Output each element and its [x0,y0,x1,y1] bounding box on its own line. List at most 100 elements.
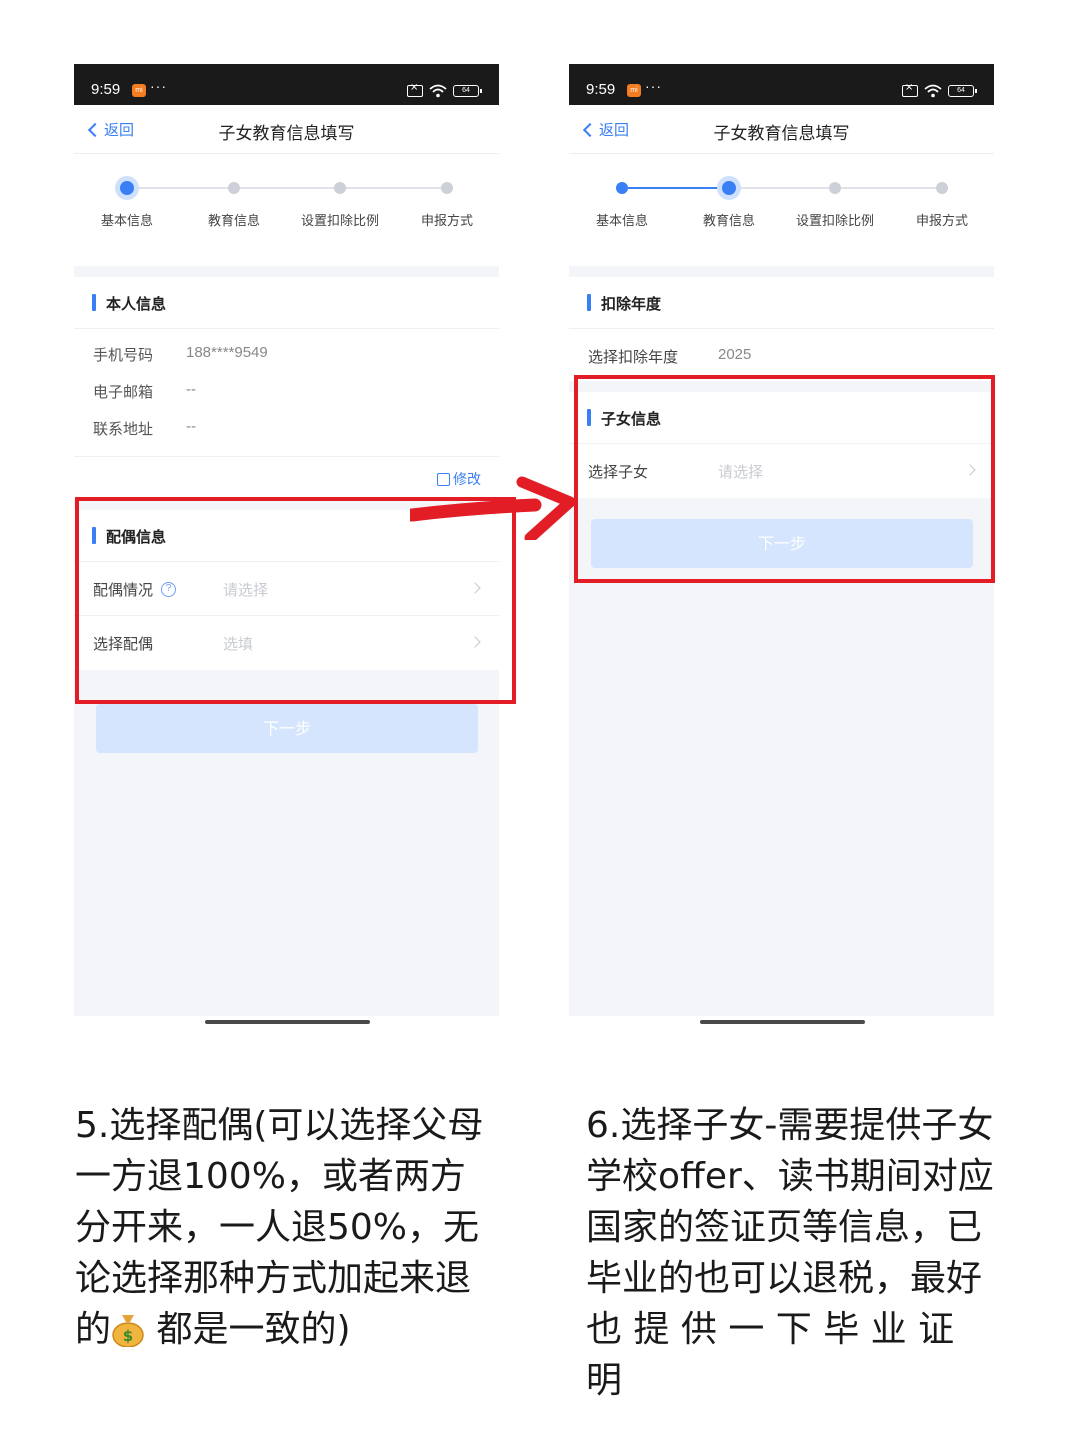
caption-line: 论选择那种方式加起来退 [75,1258,472,1299]
caption-text: 的 [75,1309,112,1350]
section-title: 扣除年度 [601,295,662,313]
status-bar: 9:59 mi ··· 64 [569,64,994,105]
progress-stepper: 基本信息 教育信息 设置扣除比例 申报方式 [74,154,499,266]
info-row-phone: 手机号码 188****9549 [74,336,499,373]
step-dot [936,182,948,194]
next-step-button[interactable]: 下一步 [591,519,973,568]
red-arrow-icon [410,476,575,540]
nav-bar: 返回 子女教育信息填写 [569,105,994,154]
step-label-education: 教育信息 [207,214,260,229]
step-dot-current [115,176,139,200]
caption-step-6: 6.选择子女-需要提供子女 学校offer、读书期间对应 国家的签证页等信息，已… [586,1100,998,1406]
spouse-select[interactable]: 选择配偶 选填 [74,616,499,670]
spouse-status-select[interactable]: 配偶情况? 请选择 [74,562,499,616]
step-connector-done [622,187,729,189]
home-indicator[interactable] [700,1020,865,1024]
step-dot [228,182,240,194]
step-label-method: 申报方式 [420,214,473,229]
step-connector [234,187,340,189]
caption-step-5: 5.选择配偶(可以选择父母 一方退100%，或者两方 分开来，一人退50%，无 … [75,1100,495,1355]
caption-line: 也 提 供 一 下 毕 业 证 明 [586,1309,955,1401]
step-connector [340,187,447,189]
chevron-right-icon [964,464,976,476]
chevron-right-icon [469,582,481,594]
info-row-email: 电子邮箱 -- [74,373,499,410]
form-label: 选择子女 [588,463,649,481]
mi-app-icon: mi [627,84,641,97]
caption-line: 一方退100%，或者两方 [75,1156,466,1197]
step-connector [835,187,942,189]
step-label-basic: 基本信息 [100,214,153,229]
personal-info-section: 本人信息 手机号码 188****9549 电子邮箱 -- 联系地址 -- 修改 [74,277,499,499]
status-time: 9:59 [586,81,616,98]
caption-line: 毕业的也可以退税，最好 [586,1258,983,1299]
step-dot [829,182,841,194]
battery-icon: 64 [948,85,977,97]
more-notifications-icon: ··· [150,78,167,94]
caption-line: 的 $ 都是一致的) [75,1304,495,1355]
step-label-ratio: 设置扣除比例 [300,214,379,229]
child-info-section: 子女信息 选择子女 请选择 [569,392,994,498]
status-bar: 9:59 mi ··· 64 [74,64,499,105]
child-select[interactable]: 选择子女 请选择 [569,444,994,498]
section-marker [587,409,591,426]
deduction-year-row[interactable]: 选择扣除年度 2025 [569,329,994,381]
page-title: 子女教育信息填写 [218,124,355,144]
progress-stepper: 基本信息 教育信息 设置扣除比例 申报方式 [569,154,994,266]
section-title: 本人信息 [106,295,167,313]
form-label: 配偶情况 [93,581,154,599]
step-dot-current [717,176,741,200]
deduction-year-value: 2025 [718,346,752,363]
info-row-address: 联系地址 -- [74,410,499,447]
step-label-method: 申报方式 [915,214,968,229]
mi-app-icon: mi [132,84,146,97]
step-label-education: 教育信息 [702,214,755,229]
info-value: -- [186,418,196,435]
no-sim-icon [407,82,423,97]
form-label: 选择配偶 [93,635,154,653]
wifi-icon [429,84,447,98]
select-placeholder: 选填 [223,635,254,653]
phone-screenshot-left: 9:59 mi ··· 64 返回 子女教育信息填写 基本信息 教育信息 设置扣… [74,64,499,1016]
nav-bar: 返回 子女教育信息填写 [74,105,499,154]
section-title: 子女信息 [601,410,662,428]
info-label: 手机号码 [93,346,154,364]
step-dot [334,182,346,194]
section-title: 配偶信息 [106,528,167,546]
info-value: 188****9549 [186,344,268,361]
info-label: 电子邮箱 [93,383,154,401]
section-marker [92,527,96,544]
step-dot-done [616,182,628,194]
more-notifications-icon: ··· [645,78,662,94]
wifi-icon [924,84,942,98]
info-label: 联系地址 [93,420,154,438]
next-step-button[interactable]: 下一步 [96,704,478,753]
page-title: 子女教育信息填写 [713,124,850,144]
caption-line: 6.选择子女-需要提供子女 [586,1105,994,1146]
step-dot [441,182,453,194]
caption-line: 国家的签证页等信息，已 [586,1207,983,1248]
svg-text:$: $ [123,1327,133,1345]
section-marker [92,294,96,311]
deduction-year-section: 扣除年度 选择扣除年度 2025 [569,277,994,381]
step-connector [127,187,234,189]
no-sim-icon [902,82,918,97]
caption-line: 学校offer、读书期间对应 [586,1156,994,1197]
home-indicator[interactable] [205,1020,370,1024]
step-connector [729,187,835,189]
money-bag-icon: $ [112,1315,144,1347]
section-marker [587,294,591,311]
battery-icon: 64 [453,85,482,97]
caption-line: 分开来，一人退50%，无 [75,1207,480,1248]
step-label-ratio: 设置扣除比例 [795,214,874,229]
caption-line: 5.选择配偶(可以选择父母 [75,1105,484,1146]
status-time: 9:59 [91,81,121,98]
phone-screenshot-right: 9:59 mi ··· 64 返回 子女教育信息填写 基本信息 教育信息 设置扣… [569,64,994,1016]
chevron-right-icon [469,636,481,648]
step-label-basic: 基本信息 [595,214,648,229]
select-placeholder: 请选择 [223,581,269,599]
select-placeholder: 请选择 [718,463,764,481]
help-icon[interactable]: ? [161,582,177,597]
form-label: 选择扣除年度 [588,348,679,366]
info-value: -- [186,381,196,398]
